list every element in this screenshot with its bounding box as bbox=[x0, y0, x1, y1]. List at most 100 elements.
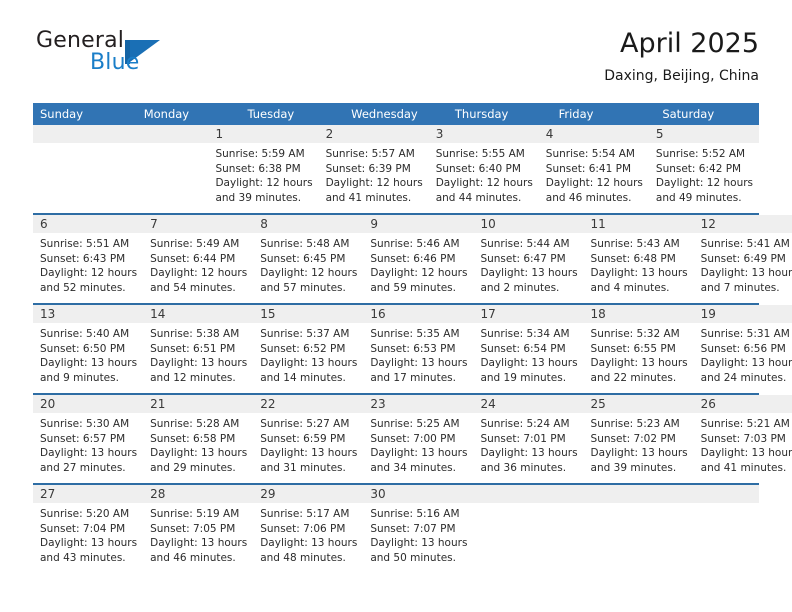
brand-name-blue: Blue bbox=[90, 50, 140, 75]
weekday-header-tuesday: Tuesday bbox=[247, 107, 295, 121]
day-detail-line: Sunset: 6:43 PM bbox=[40, 252, 126, 265]
day-detail-line: Daylight: 13 hours bbox=[480, 267, 578, 280]
calendar-week-row: 1 Sunrise: 5:59 AM Sunset: 6:38 PM Daylight… bbox=[33, 125, 760, 213]
day-cell[interactable]: 28 Sunrise: 5:19 AM Sunset: 7:05 PM Dayligh… bbox=[143, 485, 254, 573]
day-detail-line: and 17 minutes. bbox=[370, 371, 456, 384]
day-detail-line: and 46 minutes. bbox=[150, 551, 236, 564]
day-details: Sunrise: 5:32 AM Sunset: 6:55 PM Daylight:… bbox=[584, 323, 694, 385]
day-cell[interactable]: 15 Sunrise: 5:37 AM Sunset: 6:52 PM Dayligh… bbox=[253, 305, 364, 393]
day-detail-line: Sunrise: 5:44 AM bbox=[480, 238, 570, 250]
day-detail-line: Sunset: 6:54 PM bbox=[480, 342, 566, 355]
day-cell[interactable]: 30 Sunrise: 5:16 AM Sunset: 7:07 PM Dayligh… bbox=[363, 485, 474, 573]
calendar-grid: Sunday Monday Tuesday Wednesday Thursday Frid… bbox=[33, 103, 792, 573]
day-detail-line: Sunset: 7:04 PM bbox=[40, 522, 126, 535]
day-detail-line: Daylight: 13 hours bbox=[150, 357, 248, 370]
day-detail-line: Daylight: 13 hours bbox=[260, 357, 358, 370]
day-cell[interactable]: 17 Sunrise: 5:34 AM Sunset: 6:54 PM Dayligh… bbox=[473, 305, 584, 393]
calendar-weeks: 1 Sunrise: 5:59 AM Sunset: 6:38 PM Daylight… bbox=[33, 125, 792, 573]
day-cell[interactable]: 2 Sunrise: 5:57 AM Sunset: 6:39 PM Daylight… bbox=[318, 125, 429, 213]
day-cell[interactable]: 20 Sunrise: 5:30 AM Sunset: 6:57 PM Dayligh… bbox=[33, 395, 144, 483]
day-detail-line: Daylight: 13 hours bbox=[700, 357, 792, 370]
day-detail-line: Sunrise: 5:54 AM bbox=[545, 148, 635, 160]
day-cell[interactable]: 18 Sunrise: 5:32 AM Sunset: 6:55 PM Dayligh… bbox=[583, 305, 694, 393]
day-detail-line: Sunset: 6:45 PM bbox=[260, 252, 346, 265]
day-detail-line: Sunrise: 5:51 AM bbox=[40, 238, 130, 250]
day-details: Sunrise: 5:16 AM Sunset: 7:07 PM Daylight:… bbox=[363, 503, 473, 565]
day-detail-line: Sunset: 6:48 PM bbox=[590, 252, 676, 265]
day-number: 9 bbox=[370, 217, 378, 231]
day-detail-line: Sunrise: 5:32 AM bbox=[590, 328, 680, 340]
day-detail-line: Daylight: 12 hours bbox=[655, 177, 754, 190]
day-number: 11 bbox=[590, 217, 606, 231]
day-detail-line: Daylight: 12 hours bbox=[325, 177, 423, 190]
day-cell[interactable]: 9 Sunrise: 5:46 AM Sunset: 6:46 PM Daylight… bbox=[363, 215, 474, 303]
day-cell[interactable]: 24 Sunrise: 5:24 AM Sunset: 7:01 PM Dayligh… bbox=[473, 395, 584, 483]
day-cell[interactable]: 7 Sunrise: 5:49 AM Sunset: 6:44 PM Daylight… bbox=[143, 215, 254, 303]
day-number: 22 bbox=[260, 397, 276, 411]
day-detail-line: and 2 minutes. bbox=[480, 281, 560, 294]
day-detail-line: Sunset: 6:59 PM bbox=[260, 432, 346, 445]
day-number: 23 bbox=[370, 397, 386, 411]
day-details: Sunrise: 5:20 AM Sunset: 7:04 PM Daylight:… bbox=[33, 503, 143, 565]
day-number: 6 bbox=[40, 217, 48, 231]
day-detail-line: Sunset: 6:52 PM bbox=[260, 342, 346, 355]
day-number: 16 bbox=[370, 307, 386, 321]
day-detail-line: Daylight: 12 hours bbox=[40, 267, 138, 280]
day-details: Sunrise: 5:41 AM Sunset: 6:49 PM Daylight:… bbox=[694, 233, 792, 295]
day-details: Sunrise: 5:34 AM Sunset: 6:54 PM Daylight:… bbox=[473, 323, 583, 385]
day-details bbox=[569, 503, 664, 507]
day-cell[interactable]: 13 Sunrise: 5:40 AM Sunset: 6:50 PM Dayligh… bbox=[33, 305, 144, 393]
day-number: 17 bbox=[480, 307, 496, 321]
day-cell[interactable]: 29 Sunrise: 5:17 AM Sunset: 7:06 PM Dayligh… bbox=[253, 485, 364, 573]
day-detail-line: Daylight: 13 hours bbox=[590, 267, 688, 280]
day-detail-line: Daylight: 13 hours bbox=[40, 357, 138, 370]
weekday-header-sunday: Sunday bbox=[40, 107, 84, 121]
day-cell[interactable]: 8 Sunrise: 5:48 AM Sunset: 6:45 PM Daylight… bbox=[253, 215, 364, 303]
day-detail-line: and 31 minutes. bbox=[260, 461, 346, 474]
day-number: 24 bbox=[480, 397, 496, 411]
day-number: 5 bbox=[655, 127, 664, 141]
day-details: Sunrise: 5:35 AM Sunset: 6:53 PM Daylight:… bbox=[363, 323, 473, 385]
day-detail-line: Sunset: 7:03 PM bbox=[700, 432, 786, 445]
day-number: 4 bbox=[545, 127, 554, 141]
day-cell[interactable]: 4 Sunrise: 5:54 AM Sunset: 6:41 PM Daylight… bbox=[538, 125, 649, 213]
day-cell[interactable]: 23 Sunrise: 5:25 AM Sunset: 7:00 PM Dayligh… bbox=[363, 395, 474, 483]
day-cell[interactable]: 21 Sunrise: 5:28 AM Sunset: 6:58 PM Dayligh… bbox=[143, 395, 254, 483]
calendar-week-row: 27 Sunrise: 5:20 AM Sunset: 7:04 PM Dayligh… bbox=[33, 483, 759, 573]
day-cell[interactable]: 6 Sunrise: 5:51 AM Sunset: 6:43 PM Daylight… bbox=[33, 215, 144, 303]
day-detail-line: Daylight: 13 hours bbox=[480, 447, 578, 460]
day-detail-line: Daylight: 13 hours bbox=[370, 357, 468, 370]
day-cell[interactable]: 22 Sunrise: 5:27 AM Sunset: 6:59 PM Dayligh… bbox=[253, 395, 364, 483]
day-cell[interactable]: 12 Sunrise: 5:41 AM Sunset: 6:49 PM Dayligh… bbox=[693, 215, 792, 303]
day-cell[interactable]: 25 Sunrise: 5:23 AM Sunset: 7:02 PM Dayligh… bbox=[583, 395, 694, 483]
day-cell[interactable]: 27 Sunrise: 5:20 AM Sunset: 7:04 PM Dayligh… bbox=[33, 485, 144, 573]
day-detail-line: Sunset: 7:07 PM bbox=[370, 522, 456, 535]
day-detail-line: Sunrise: 5:37 AM bbox=[260, 328, 350, 340]
day-cell[interactable]: 11 Sunrise: 5:43 AM Sunset: 6:48 PM Dayligh… bbox=[583, 215, 694, 303]
day-number: 26 bbox=[700, 397, 716, 411]
day-detail-line: and 41 minutes. bbox=[700, 461, 787, 474]
day-detail-line: Daylight: 13 hours bbox=[590, 357, 688, 370]
day-detail-line: Sunset: 6:47 PM bbox=[480, 252, 566, 265]
day-cell[interactable]: 14 Sunrise: 5:38 AM Sunset: 6:51 PM Dayligh… bbox=[143, 305, 254, 393]
day-details: Sunrise: 5:23 AM Sunset: 7:02 PM Daylight:… bbox=[584, 413, 694, 475]
brand-logo[interactable]: General Blue bbox=[33, 28, 253, 88]
day-cell[interactable]: 10 Sunrise: 5:44 AM Sunset: 6:47 PM Dayligh… bbox=[473, 215, 584, 303]
day-cell[interactable]: 26 Sunrise: 5:21 AM Sunset: 7:03 PM Dayligh… bbox=[693, 395, 792, 483]
day-detail-line: Daylight: 13 hours bbox=[40, 537, 138, 550]
day-details: Sunrise: 5:55 AM Sunset: 6:40 PM Daylight:… bbox=[429, 143, 539, 205]
day-details: Sunrise: 5:31 AM Sunset: 6:56 PM Daylight:… bbox=[694, 323, 792, 385]
day-details: Sunrise: 5:38 AM Sunset: 6:51 PM Daylight:… bbox=[143, 323, 253, 385]
day-cell[interactable]: 19 Sunrise: 5:31 AM Sunset: 6:56 PM Dayligh… bbox=[693, 305, 792, 393]
day-detail-line: Daylight: 12 hours bbox=[370, 267, 468, 280]
day-detail-line: Sunrise: 5:31 AM bbox=[700, 328, 790, 340]
day-cell[interactable]: 3 Sunrise: 5:55 AM Sunset: 6:40 PM Daylight… bbox=[428, 125, 539, 213]
day-cell[interactable]: 16 Sunrise: 5:35 AM Sunset: 6:53 PM Dayligh… bbox=[363, 305, 474, 393]
day-detail-line: Sunrise: 5:46 AM bbox=[370, 238, 460, 250]
day-cell[interactable]: 5 Sunrise: 5:52 AM Sunset: 6:42 PM Daylight… bbox=[648, 125, 760, 213]
day-detail-line: and 59 minutes. bbox=[370, 281, 456, 294]
day-detail-line: Daylight: 13 hours bbox=[700, 447, 792, 460]
day-details: Sunrise: 5:27 AM Sunset: 6:59 PM Daylight:… bbox=[253, 413, 363, 475]
day-cell[interactable]: 1 Sunrise: 5:59 AM Sunset: 6:38 PM Daylight… bbox=[208, 125, 319, 213]
day-detail-line: Sunset: 7:00 PM bbox=[370, 432, 456, 445]
